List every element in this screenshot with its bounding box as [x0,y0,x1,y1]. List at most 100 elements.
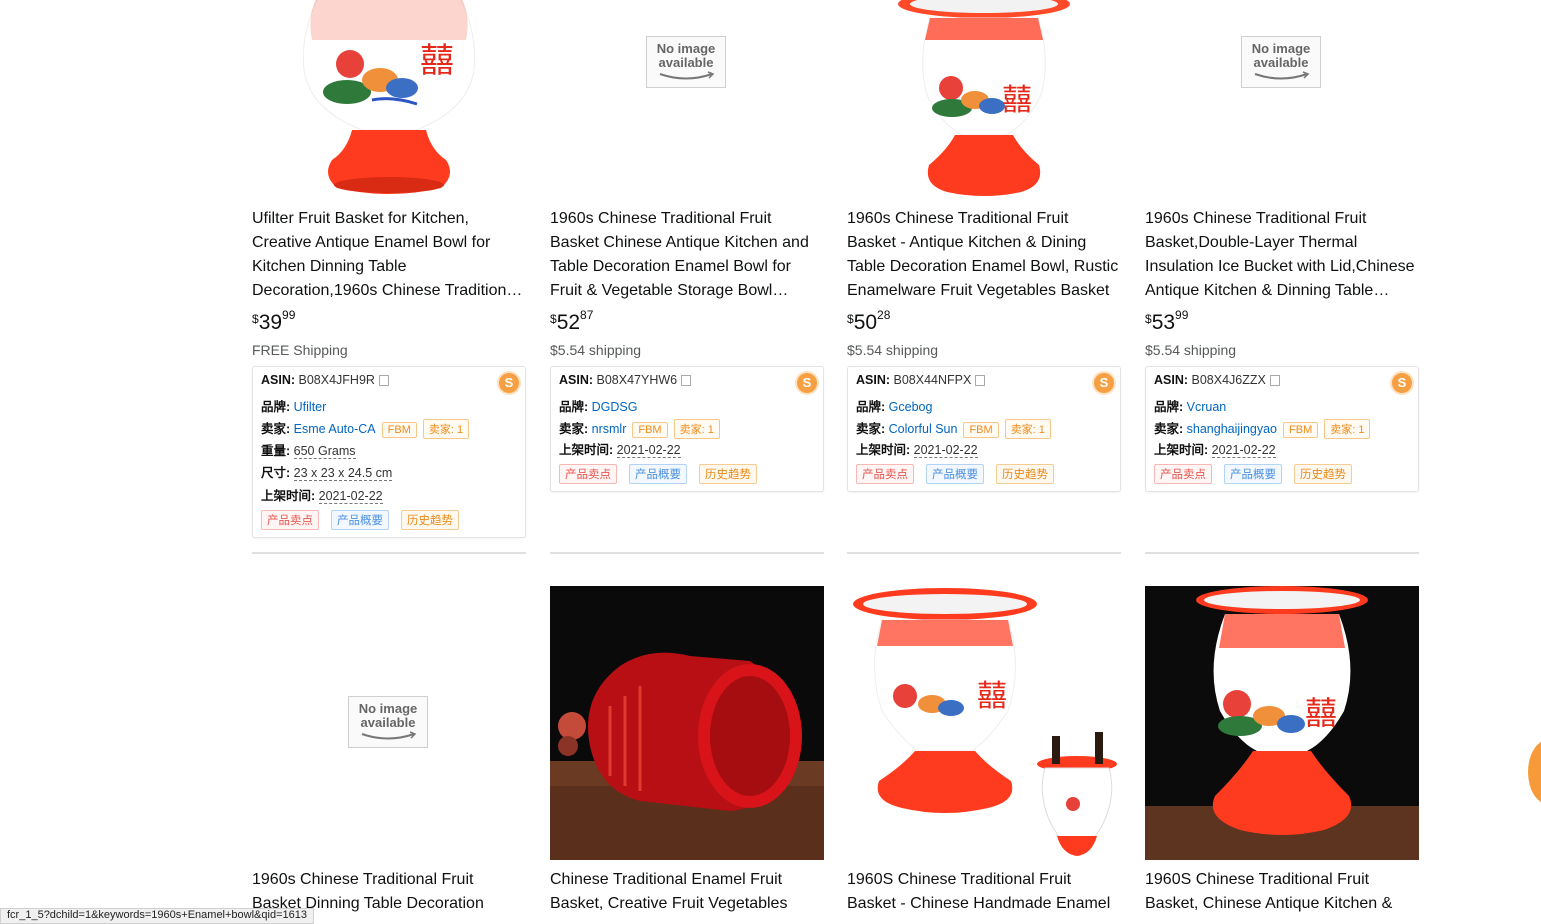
fbm-tag: FBM [632,422,668,438]
link-status-bar: fcr_1_5?dchild=1&keywords=1960s+Enamel+b… [0,908,314,924]
selling-points-button[interactable]: 产品卖点 [1154,464,1212,484]
seller-info-panel: S ASIN: B08X47YHW6 品牌: DGDSG 卖家: nrsmlr F… [550,366,824,492]
asin-label: ASIN: [1154,373,1189,387]
seller-label: 卖家: [1154,422,1184,436]
product-image[interactable] [550,586,824,860]
overview-button[interactable]: 产品概要 [1224,464,1282,484]
brand-link[interactable]: DGDSG [592,400,638,414]
fbm-tag: FBM [381,422,417,438]
seller-info-panel: S ASIN: B08X4JFH9R 品牌: Ufilter 卖家: Esme … [252,366,526,538]
extension-s-icon[interactable]: S [797,373,817,393]
seller-label: 卖家: [559,422,589,436]
history-trend-button[interactable]: 历史趋势 [1294,464,1352,484]
product-title[interactable]: 1960S Chinese Traditional Fruit Basket, … [1145,868,1419,916]
seller-link[interactable]: Esme Auto-CA [294,422,376,436]
seller-link[interactable]: Colorful Sun [889,422,958,436]
svg-text:囍: 囍 [1305,694,1337,732]
copy-icon[interactable] [378,375,389,387]
date-value: 2021-02-22 [913,443,978,458]
product-image[interactable]: No image available [1145,0,1419,200]
copy-icon[interactable] [1269,375,1280,387]
brand-link[interactable]: Ufilter [294,400,327,414]
date-label: 上架时间: [261,489,316,503]
shipping-text: $5.54 shipping [847,342,939,358]
date-label: 上架时间: [856,443,911,457]
seller-label: 卖家: [261,422,291,436]
product-title[interactable]: 1960s Chinese Traditional Fruit Basket,D… [1145,207,1419,303]
brand-link[interactable]: Gcebog [889,400,933,414]
asin-label: ASIN: [261,373,296,387]
seller-info-panel: S ASIN: B08X4J6ZZX 品牌: Vcruan 卖家: shangh… [1145,366,1419,492]
date-value: 2021-02-22 [1211,443,1276,458]
asin-label: ASIN: [559,373,594,387]
brand-label: 品牌: [261,400,291,414]
floating-extension-button[interactable] [1528,740,1541,804]
seller-link[interactable]: shanghaijingyao [1187,422,1277,436]
weight-label: 重量: [261,444,291,458]
asin-label: ASIN: [856,373,891,387]
product-image[interactable]: 囍 [1145,586,1419,860]
history-trend-button[interactable]: 历史趋势 [401,510,459,530]
weight-value: 650 Grams [293,444,356,459]
date-value: 2021-02-22 [616,443,681,458]
date-value: 2021-02-22 [318,489,383,504]
fbm-tag: FBM [963,422,999,438]
copy-icon[interactable] [681,375,692,387]
history-trend-button[interactable]: 历史趋势 [996,464,1054,484]
product-price: $5028 [847,308,891,334]
product-image[interactable]: No image available [252,586,526,860]
seller-link[interactable]: nrsmlr [592,422,627,436]
overview-button[interactable]: 产品概要 [629,464,687,484]
shipping-text: FREE Shipping [252,342,348,358]
product-image[interactable]: No image available [550,0,824,200]
brand-link[interactable]: Vcruan [1187,400,1227,414]
card-divider [1145,552,1419,554]
product-title[interactable]: 1960S Chinese Traditional Fruit Basket -… [847,868,1121,916]
selling-points-button[interactable]: 产品卖点 [261,510,319,530]
brand-label: 品牌: [856,400,886,414]
svg-text:囍: 囍 [420,41,454,81]
date-label: 上架时间: [559,443,614,457]
asin-value: B08X4J6ZZX [1191,373,1266,387]
svg-text:囍: 囍 [1002,83,1032,118]
overview-button[interactable]: 产品概要 [926,464,984,484]
asin-value: B08X4JFH9R [298,373,375,387]
overview-button[interactable]: 产品概要 [331,510,389,530]
brand-label: 品牌: [1154,400,1184,414]
product-image[interactable]: 囍 [252,0,526,200]
product-image[interactable]: 囍 [847,586,1121,860]
history-trend-button[interactable]: 历史趋势 [699,464,757,484]
extension-s-icon[interactable]: S [499,373,519,393]
extension-s-icon[interactable]: S [1094,373,1114,393]
selling-points-button[interactable]: 产品卖点 [856,464,914,484]
seller-count-tag[interactable]: 卖家: 1 [1004,419,1051,439]
product-price: $5399 [1145,308,1189,334]
no-image-placeholder: No image available [348,696,428,748]
seller-info-panel: S ASIN: B08X44NFPX 品牌: Gcebog 卖家: Colorf… [847,366,1121,492]
asin-value: B08X47YHW6 [596,373,678,387]
seller-label: 卖家: [856,422,886,436]
copy-icon[interactable] [975,375,986,387]
product-title[interactable]: Chinese Traditional Enamel Fruit Basket,… [550,868,824,916]
svg-text:囍: 囍 [977,679,1007,714]
seller-count-tag[interactable]: 卖家: 1 [673,419,720,439]
product-title[interactable]: Ufilter Fruit Basket for Kitchen, Creati… [252,207,526,303]
selling-points-button[interactable]: 产品卖点 [559,464,617,484]
asin-value: B08X44NFPX [893,373,972,387]
card-divider [252,552,526,554]
product-price: $3999 [252,308,296,334]
seller-count-tag[interactable]: 卖家: 1 [1324,419,1371,439]
no-image-placeholder: No image available [1241,36,1321,88]
product-title[interactable]: 1960s Chinese Traditional Fruit Basket -… [847,207,1121,303]
card-divider [847,552,1121,554]
shipping-text: $5.54 shipping [1145,342,1237,358]
date-label: 上架时间: [1154,443,1209,457]
size-label: 尺寸: [261,466,291,480]
shipping-text: $5.54 shipping [550,342,642,358]
product-title[interactable]: 1960s Chinese Traditional Fruit Basket C… [550,207,824,303]
size-value: 23 x 23 x 24.5 cm [293,466,393,481]
extension-s-icon[interactable]: S [1392,373,1412,393]
fbm-tag: FBM [1283,422,1319,438]
product-image[interactable]: 囍 [847,0,1121,200]
seller-count-tag[interactable]: 卖家: 1 [422,419,470,439]
